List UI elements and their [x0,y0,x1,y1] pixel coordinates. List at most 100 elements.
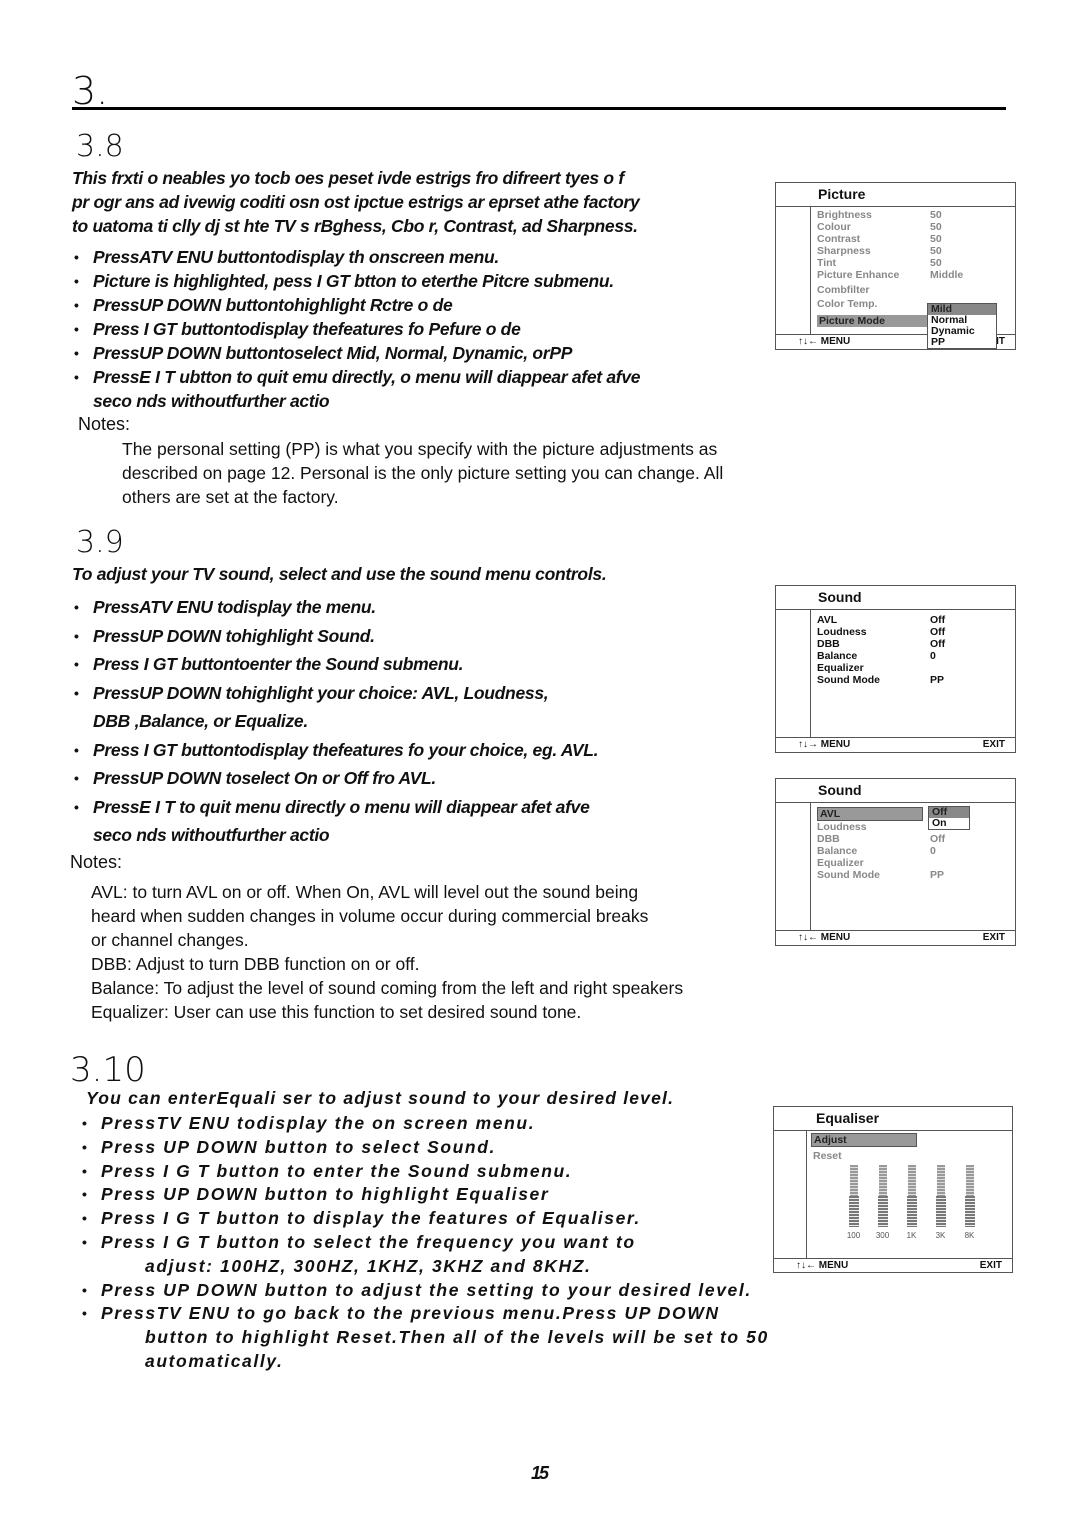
osd-row: Equalizer [811,857,1015,869]
osd-row: Picture Enhance Middle [811,269,1015,281]
osd-nav-hint: ↑↓← MENU [798,336,851,347]
section-3-9-notes-label: Notes: [70,852,123,872]
osd-row-label: Colour [817,221,851,233]
step-item: PressATV ENU buttontodisplay th onscreen… [72,245,640,269]
section-3-8-steps: PressATV ENU buttontodisplay th onscreen… [72,245,641,413]
step-text-continued: automatically. [145,1350,284,1371]
chapter-rule [72,107,1006,110]
osd-row-value: Off [930,626,946,638]
step-item: Press I GT buttontodisplay thefeatures f… [72,317,640,341]
step-item: Press I G T button to select the frequen… [80,1231,769,1279]
step-text: PressUP DOWN toselect On or Off fro AVL. [93,768,436,788]
step-item: Press I G T button to enter the Sound su… [80,1160,769,1184]
step-item: Picture is highlighted, pess I GT btton … [72,269,640,293]
step-text: Press I G T button to display the featur… [101,1208,641,1229]
eq-item[interactable]: Reset [807,1150,1012,1162]
step-text: PressUP DOWN tohighlight Sound. [93,625,375,646]
section-3-9-number: 3.9 [76,525,124,560]
avl-dropdown[interactable]: Off On [928,806,970,830]
dropdown-option[interactable]: On [929,818,969,829]
step-text: Picture is highlighted, pess I GT btton … [93,271,614,291]
section-3-10-intro: You can enterEquali ser to adjust sound … [86,1088,675,1108]
osd-nav-hint: ↑↓← MENU [796,1260,849,1271]
eq-item-selected[interactable]: Adjust [807,1133,1012,1147]
step-item: PressE I T ubtton to quit emu directly, … [72,365,641,413]
step-text: Press UP DOWN button to adjust the setti… [101,1279,752,1300]
section-3-10-number: 3.10 [70,1050,146,1090]
step-text: Press I G T button to select the frequen… [101,1231,636,1252]
step-text: Press I GT buttontoenter the Sound subme… [93,654,464,674]
osd-row-value: PP [930,674,945,686]
osd-row-selected[interactable]: AVL [811,807,1015,821]
osd-row-value: Off [930,833,946,845]
osd-row-label: Color Temp. [817,298,878,310]
eq-band-slider[interactable] [964,1165,975,1227]
osd-body: AVL Loudness DBB Off Balance 0 Equalizer S… [810,803,1015,930]
osd-row: Tint 50 [811,257,1015,269]
step-item: PressUP DOWN tohighlight Sound. [72,622,598,651]
step-text-continued: seco nds withoutfurther actio [93,825,330,845]
dropdown-option[interactable]: PP [928,337,996,348]
section-3-9-intro: To adjust your TV sound, select and use … [72,564,607,584]
step-item: PressATV ENU todisplay the menu. [72,593,598,622]
section-3-8-number: 3.8 [76,129,124,164]
chapter-number: 3. [72,69,109,113]
step-item: PressUP DOWN toselect On or Off fro AVL. [72,764,598,793]
osd-row-value: Off [930,638,946,650]
osd-title: Sound [776,779,1015,803]
eq-band-slider[interactable] [877,1165,888,1227]
eq-band-label: 3K [935,1231,946,1240]
step-text: PressTV ENU todisplay the on screen menu… [101,1113,536,1133]
eq-band[interactable]: 3K [926,1165,955,1240]
eq-band-level [964,1196,975,1227]
osd-footer: ↑↓← MENU EXIT [774,1258,1012,1272]
step-text: Press I GT buttontodisplay thefeatures f… [93,739,599,760]
step-item: Press I G T button to display the featur… [80,1207,769,1231]
notes-line: Balance: To adjust the level of sound co… [91,978,684,998]
notes-line: AVL: to turn AVL on or off. When On, AVL… [91,882,639,902]
osd-row-value: PP [930,869,945,881]
picture-menu-osd: Picture Brightness 50 Colour 50 Contrast 50… [775,182,1016,350]
eq-band[interactable]: 100 [839,1165,868,1240]
section-3-8-notes: The personal setting (PP) is what you sp… [122,437,723,509]
notes-line: described on page 12. Personal is the on… [122,463,724,483]
eq-band[interactable]: 300 [868,1165,897,1240]
osd-body: AVL Off Loudness Off DBB Off Balance 0 Equal… [810,610,1015,737]
step-item: PressTV ENU todisplay the on screen menu… [80,1112,769,1136]
osd-row-label: Loudness [817,821,867,833]
eq-band[interactable]: 8K [955,1165,984,1240]
eq-band-label: 300 [875,1231,890,1240]
osd-row-label: AVL [817,807,923,821]
sound-menu-avl-osd: Sound AVL Loudness DBB Off Balance 0 Equal… [775,778,1016,946]
step-text: Press I GT buttontodisplay thefeatures f… [93,319,521,339]
osd-row-value: Middle [930,269,964,281]
notes-line: or channel changes. [91,930,249,950]
eq-band-level [848,1196,859,1227]
step-text: PressUP DOWN buttontoselect Mid, Normal,… [93,343,573,363]
osd-row: AVL Off [811,614,1015,626]
eq-item-label: Reset [813,1150,842,1162]
step-text: PressUP DOWN buttontohighlight Rctre o d… [93,295,453,315]
eq-band-slider[interactable] [848,1165,859,1227]
osd-footer: ↑↓→ MENU EXIT [776,737,1015,751]
eq-band-slider[interactable] [906,1165,917,1227]
step-text: Press UP DOWN button to select Sound. [101,1136,496,1157]
step-text-continued: adjust: 100HZ, 300HZ, 1KHZ, 3KHZ and 8KH… [145,1255,592,1276]
osd-footer: ↑↓← MENU EXIT [776,930,1015,944]
intro-line: pr ogr ans ad ivewig coditi osn ost ipct… [72,192,640,212]
osd-row: Sound Mode PP [811,674,1015,686]
intro-line: to uatoma ti clly dj st hte TV s rBghess… [72,216,638,236]
step-text: PressE I T to quit menu directly o menu … [93,796,590,817]
osd-row-label: Equalizer [817,662,864,674]
osd-row-label: Picture Enhance [817,269,900,281]
osd-row-value: 50 [930,245,942,257]
intro-line: This frxti o neables yo tocb oes peset i… [72,168,624,188]
osd-row: Loudness [811,821,1015,833]
step-item: Press I GT buttontoenter the Sound subme… [72,650,598,679]
section-3-10-steps: PressTV ENU todisplay the on screen menu… [80,1112,769,1374]
eq-band-slider[interactable] [935,1165,946,1227]
section-3-8-notes-label: Notes: [78,414,131,434]
eq-band[interactable]: 1K [897,1165,926,1240]
picture-mode-dropdown[interactable]: Mild Normal Dynamic PP [927,303,997,349]
notes-line: others are set at the factory. [122,487,339,507]
